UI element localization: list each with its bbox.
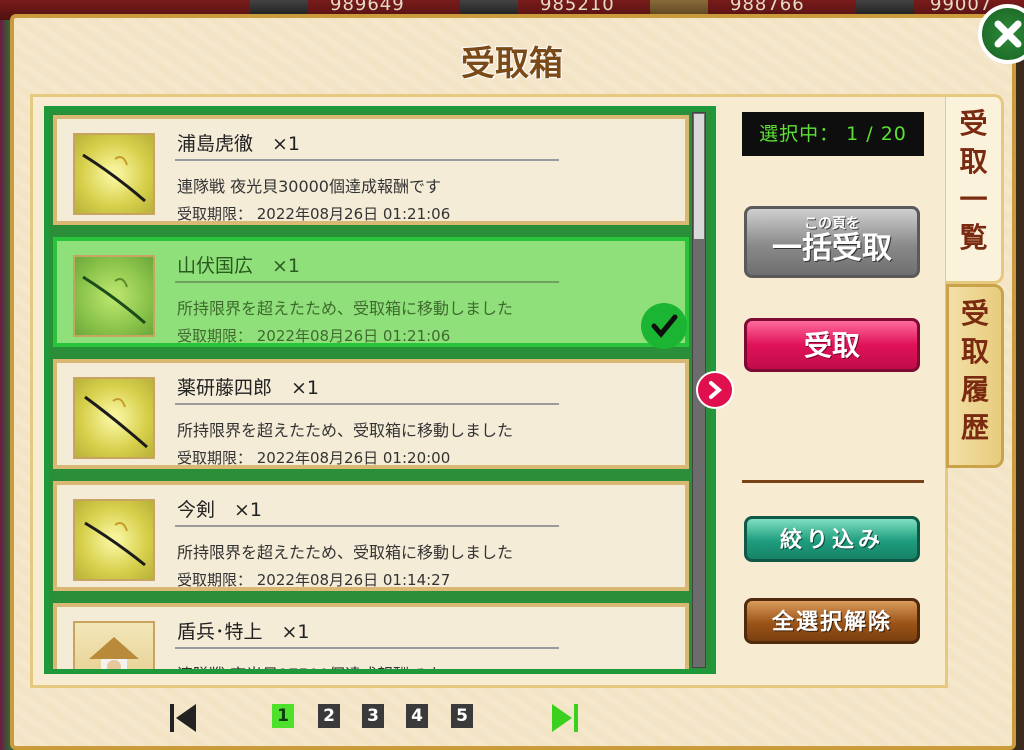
list-item[interactable]: 盾兵･特上 ×1 連隊戦 夜光貝27500個達成報酬です [53, 603, 689, 669]
tab-receive-list[interactable]: 受 取 一 覧 [946, 94, 1004, 284]
soldier-icon [73, 621, 155, 669]
resource-value: 99007 [930, 0, 993, 15]
close-icon [994, 20, 1022, 48]
divider [175, 647, 559, 649]
bulk-receive-button[interactable]: この頁を 一括受取 [744, 206, 920, 278]
list-item[interactable]: 今剣 ×1 所持限界を超えたため、受取箱に移動しました 受取期限： 2022年0… [53, 481, 689, 591]
bulk-receive-caption: この頁を [804, 216, 860, 232]
item-name: 山伏国広 ×1 [177, 255, 301, 277]
page-1[interactable]: 1 [272, 704, 294, 728]
item-name: 盾兵･特上 ×1 [177, 621, 310, 643]
resource-value: 989649 [330, 0, 405, 15]
checkmark-icon [641, 303, 687, 349]
page-4[interactable]: 4 [406, 704, 428, 728]
divider [175, 281, 559, 283]
item-name: 浦島虎徹 ×1 [177, 133, 301, 155]
last-page-icon[interactable] [550, 702, 580, 734]
tab-char: 受 [959, 107, 988, 140]
tab-char: 履 [960, 373, 989, 406]
scrollbar-thumb[interactable] [694, 114, 704, 239]
resource-value: 988766 [730, 0, 805, 15]
sword-icon [73, 499, 155, 581]
next-arrow-button[interactable] [696, 371, 734, 409]
item-name: 今剣 ×1 [177, 499, 263, 521]
page-title: 受取箱 [461, 44, 563, 84]
resource-value: 985210 [540, 0, 615, 15]
sword-icon [73, 133, 155, 215]
selection-counter: 選択中： 1 / 20 [742, 112, 924, 156]
tab-char: 歴 [960, 411, 989, 444]
divider [175, 159, 559, 161]
pagination: 1 2 3 4 5 [0, 700, 1024, 734]
page-3[interactable]: 3 [362, 704, 384, 728]
filter-button[interactable]: 絞り込み [744, 516, 920, 562]
deselect-all-button[interactable]: 全選択解除 [744, 598, 920, 644]
receive-button[interactable]: 受取 [744, 318, 920, 372]
list-item-selected[interactable]: 山伏国広 ×1 所持限界を超えたため、受取箱に移動しました 受取期限： 2022… [53, 237, 689, 349]
tab-char: 一 [959, 183, 988, 216]
item-list: 浦島虎徹 ×1 連隊戦 夜光貝30000個達成報酬です 受取期限： 2022年0… [44, 106, 716, 674]
item-expiry: 受取期限： 2022年08月26日 01:20:00 [177, 449, 451, 467]
item-expiry: 受取期限： 2022年08月26日 01:21:06 [177, 327, 451, 345]
bulk-receive-label: 一括受取 [772, 231, 892, 266]
page-5[interactable]: 5 [451, 704, 473, 728]
item-description: 所持限界を超えたため、受取箱に移動しました [177, 543, 514, 562]
tab-char: 取 [959, 145, 988, 178]
item-expiry: 受取期限： 2022年08月26日 01:14:27 [177, 571, 451, 589]
tab-char: 取 [960, 335, 989, 368]
tab-char: 覧 [959, 221, 988, 254]
tab-char: 受 [960, 297, 989, 330]
page-2[interactable]: 2 [318, 704, 340, 728]
item-expiry: 受取期限： 2022年08月26日 01:21:06 [177, 205, 451, 223]
item-description: 所持限界を超えたため、受取箱に移動しました [177, 299, 514, 318]
item-description: 所持限界を超えたため、受取箱に移動しました [177, 421, 514, 440]
section-divider [742, 480, 924, 483]
item-description: 連隊戦 夜光貝27500個達成報酬です [177, 661, 441, 669]
item-name: 薬研藤四郎 ×1 [177, 377, 320, 399]
divider [175, 525, 559, 527]
list-item[interactable]: 浦島虎徹 ×1 連隊戦 夜光貝30000個達成報酬です 受取期限： 2022年0… [53, 115, 689, 225]
item-description: 連隊戦 夜光貝30000個達成報酬です [177, 177, 441, 196]
list-item[interactable]: 薬研藤四郎 ×1 所持限界を超えたため、受取箱に移動しました 受取期限： 202… [53, 359, 689, 469]
sword-icon [73, 377, 155, 459]
chevron-right-icon [709, 381, 723, 399]
first-page-icon[interactable] [168, 702, 198, 734]
tab-receive-history[interactable]: 受 取 履 歴 [946, 284, 1004, 468]
sword-icon [73, 255, 155, 337]
divider [175, 403, 559, 405]
